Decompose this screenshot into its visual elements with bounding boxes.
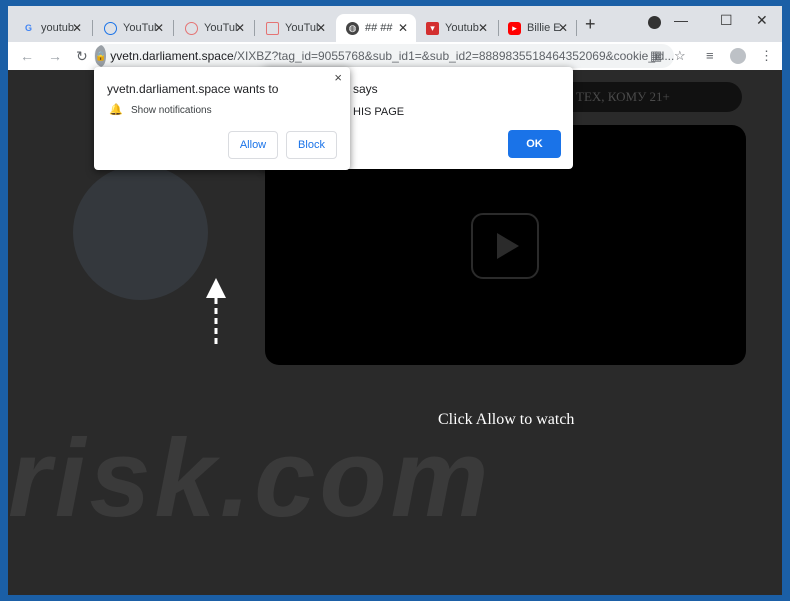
tab-label: YouTul	[285, 22, 319, 34]
youtube-outline-icon	[266, 21, 279, 35]
reload-icon[interactable]: ↻	[76, 48, 92, 65]
tab-label: ## ##	[365, 22, 393, 34]
maximize-button[interactable]: ☐	[720, 12, 733, 29]
block-button[interactable]: Block	[286, 131, 337, 159]
watermark: risk.com	[8, 417, 493, 540]
google-icon: G	[24, 23, 32, 33]
permission-title: yvetn.darliament.space wants to	[107, 82, 279, 96]
tab-6[interactable]: ▾ Youtub ✕	[416, 14, 496, 42]
tab-label: Youtub	[445, 22, 479, 34]
toolbar: ← → ↻ 🔒 yvetn.darliament.space/XIXBZ?tag…	[8, 42, 782, 70]
bell-icon: 🔔	[109, 104, 123, 116]
close-tab-icon[interactable]: ✕	[235, 21, 245, 35]
tab-strip: Gyoutub ✕ YouTul ✕ YouTul ✕ YouTul ✕ ◍ ## ## ✕…	[8, 6, 782, 42]
close-tab-icon[interactable]: ✕	[478, 21, 488, 35]
url-host: yvetn.darliament.space	[110, 49, 234, 63]
profile-avatar[interactable]	[730, 48, 746, 64]
tab-label: YouTul	[204, 22, 238, 34]
tab-label: Billie E	[527, 22, 561, 34]
new-tab-button[interactable]: +	[585, 14, 596, 35]
tab-1[interactable]: Gyoutub ✕	[12, 14, 90, 42]
tab-label: YouTul	[123, 22, 157, 34]
target-icon	[185, 21, 198, 35]
close-tab-icon[interactable]: ✕	[398, 21, 408, 35]
browser-window: Gyoutub ✕ YouTul ✕ YouTul ✕ YouTul ✕ ◍ ## ## ✕…	[8, 6, 782, 595]
tab-search-icon[interactable]	[648, 16, 661, 29]
close-window-button[interactable]: ✕	[756, 12, 768, 29]
tab-3[interactable]: YouTul ✕	[175, 14, 253, 42]
close-tab-icon[interactable]: ✕	[154, 21, 164, 35]
tab-4[interactable]: YouTul ✕	[256, 14, 334, 42]
permission-item: Show notifications	[131, 105, 212, 116]
globe-image	[73, 165, 208, 300]
close-tab-icon[interactable]: ✕	[316, 21, 326, 35]
url-path: /XIXBZ?tag_id=9055768&sub_id1=&sub_id2=8…	[233, 49, 674, 63]
address-bar[interactable]: 🔒 yvetn.darliament.space/XIXBZ?tag_id=90…	[94, 44, 674, 68]
minimize-button[interactable]: —	[674, 12, 688, 28]
menu-icon[interactable]: ⋮	[760, 48, 773, 64]
alert-title: says	[353, 82, 378, 96]
globe-icon: ◍	[346, 21, 359, 35]
age-banner-text: ТЕХ, КОМУ 21+	[576, 89, 670, 104]
lock-icon[interactable]: 🔒	[95, 45, 107, 67]
red-shield-icon: ▾	[426, 21, 439, 35]
arrow-up-icon	[206, 278, 226, 344]
bookmark-star-icon[interactable]: ☆	[674, 48, 686, 64]
youtube-icon: ▸	[508, 21, 521, 35]
download-icon	[104, 21, 117, 35]
tab-label: youtub	[41, 22, 75, 34]
notification-permission-dialog: × yvetn.darliament.space wants to 🔔 Show…	[94, 67, 350, 170]
media-control-icon[interactable]: ≡	[706, 48, 714, 63]
allow-button[interactable]: Allow	[228, 131, 278, 159]
back-icon[interactable]: ←	[20, 48, 36, 64]
tab-2[interactable]: YouTul ✕	[94, 14, 172, 42]
close-tab-icon[interactable]: ✕	[72, 21, 82, 35]
cta-text: Click Allow to watch	[438, 411, 575, 428]
tab-7[interactable]: ▸ Billie E ✕	[498, 14, 576, 42]
tab-5-active[interactable]: ◍ ## ## ✕	[336, 14, 416, 42]
forward-icon[interactable]: →	[48, 48, 64, 64]
alert-message: HIS PAGE	[353, 106, 405, 118]
qr-code-icon[interactable]: ▦	[650, 48, 662, 64]
close-tab-icon[interactable]: ✕	[558, 21, 568, 35]
play-icon[interactable]	[471, 213, 539, 279]
close-dialog-button[interactable]: ×	[334, 70, 342, 85]
ok-button[interactable]: OK	[508, 130, 561, 158]
